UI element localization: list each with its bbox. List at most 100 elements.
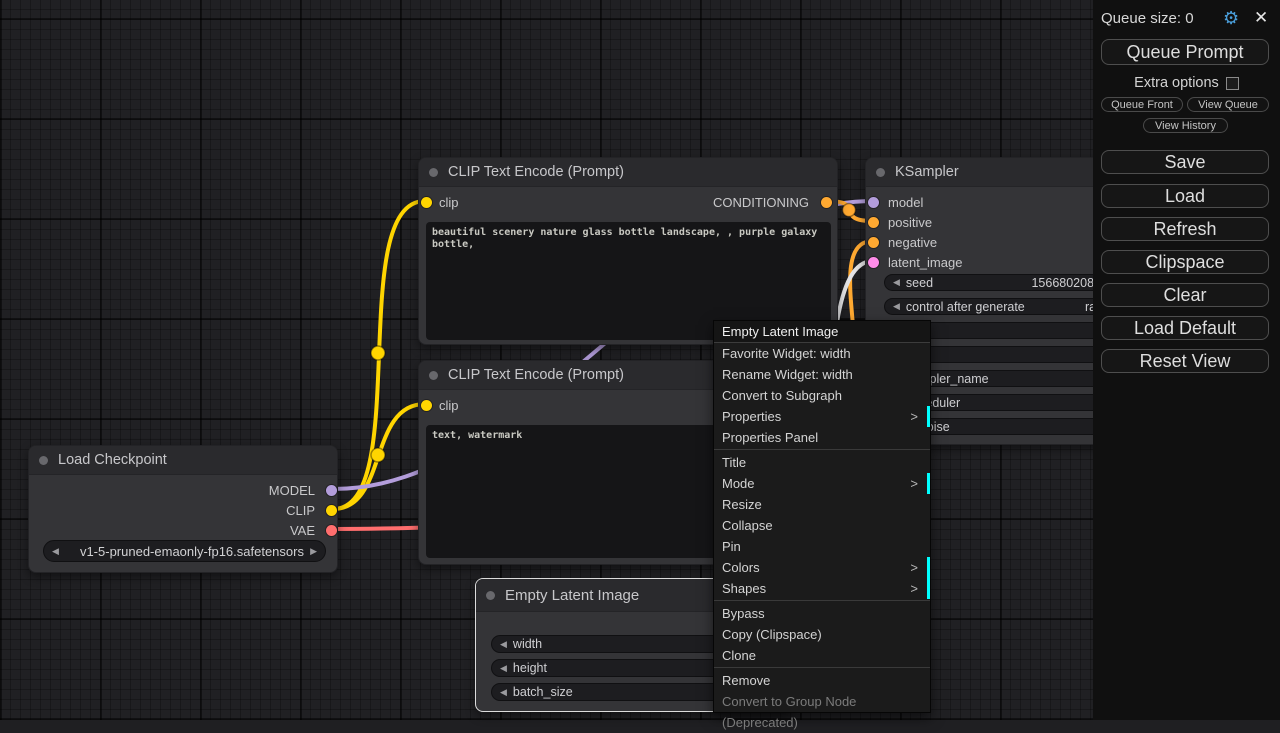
menu-item-properties[interactable]: Properties> xyxy=(714,406,930,427)
menu-item-label: Bypass xyxy=(722,606,765,621)
menu-item-favorite-widget[interactable]: Favorite Widget: width xyxy=(714,343,930,364)
menu-item-label: Convert to Subgraph xyxy=(722,388,842,403)
menu-item-mode[interactable]: Mode> xyxy=(714,473,930,494)
node-clip-text-encode-positive[interactable]: CLIP Text Encode (Prompt) clip CONDITION… xyxy=(418,157,838,345)
queue-prompt-button[interactable]: Queue Prompt xyxy=(1101,39,1269,65)
menu-item-convert-to-subgraph[interactable]: Convert to Subgraph xyxy=(714,385,930,406)
submenu-accent-bar xyxy=(927,406,930,427)
menu-item-label: Colors xyxy=(722,560,760,575)
extra-options-row: Extra options xyxy=(1093,75,1280,91)
node-header[interactable]: Load Checkpoint xyxy=(29,446,337,475)
node-header[interactable]: KSampler xyxy=(866,158,1125,187)
input-slot-clip-icon[interactable] xyxy=(421,197,432,208)
menu-item-label: Resize xyxy=(722,497,762,512)
context-menu: Empty Latent Image Favorite Widget: widt… xyxy=(713,320,931,713)
output-slot-model-icon[interactable] xyxy=(326,485,337,496)
output-slot-label: CLIP xyxy=(286,503,315,518)
collapse-dot-icon[interactable] xyxy=(486,591,495,600)
refresh-button[interactable]: Refresh xyxy=(1101,217,1269,241)
node-title: CLIP Text Encode (Prompt) xyxy=(448,367,624,383)
node-load-checkpoint[interactable]: Load Checkpoint MODEL CLIP VAE ◀ v1-5-pr… xyxy=(28,445,338,573)
decrement-arrow-icon[interactable]: ◀ xyxy=(893,301,900,312)
submenu-arrow-icon: > xyxy=(910,578,918,599)
close-icon[interactable]: ✕ xyxy=(1254,8,1268,28)
menu-item-label: Collapse xyxy=(722,518,773,533)
output-slot-vae-icon[interactable] xyxy=(326,525,337,536)
output-slot-label: CONDITIONING xyxy=(713,195,809,210)
load-default-button[interactable]: Load Default xyxy=(1101,316,1269,340)
clipspace-button[interactable]: Clipspace xyxy=(1101,250,1269,274)
input-slot-positive-icon[interactable] xyxy=(868,217,879,228)
input-slot-model-icon[interactable] xyxy=(868,197,879,208)
link-midpoint-dot-icon[interactable] xyxy=(371,346,385,360)
queue-front-button[interactable]: Queue Front xyxy=(1101,97,1183,112)
menu-separator xyxy=(714,667,930,668)
link-midpoint-dot-icon[interactable] xyxy=(371,448,385,462)
menu-item-convert-to-group-node: Convert to Group Node (Deprecated) xyxy=(714,691,930,712)
context-menu-title: Empty Latent Image xyxy=(714,321,930,343)
menu-item-label: Remove xyxy=(722,673,770,688)
input-slot-clip-icon[interactable] xyxy=(421,400,432,411)
menu-separator xyxy=(714,449,930,450)
menu-item-label: Copy (Clipspace) xyxy=(722,627,822,642)
clear-button[interactable]: Clear xyxy=(1101,283,1269,307)
widget-control-after-generate[interactable]: ◀ control after generate rando xyxy=(884,298,1114,315)
decrement-arrow-icon[interactable]: ◀ xyxy=(893,277,900,288)
collapse-dot-icon[interactable] xyxy=(39,456,48,465)
view-history-button[interactable]: View History xyxy=(1143,118,1228,133)
reset-view-button[interactable]: Reset View xyxy=(1101,349,1269,373)
collapse-dot-icon[interactable] xyxy=(429,168,438,177)
collapse-dot-icon[interactable] xyxy=(429,371,438,380)
widget-value: 1566802087 xyxy=(1031,276,1101,290)
widget-ckpt-name[interactable]: ◀ v1-5-pruned-emaonly-fp16.safetensors ▶ xyxy=(43,540,326,562)
menu-item-label: Favorite Widget: width xyxy=(722,346,851,361)
menu-item-remove[interactable]: Remove xyxy=(714,670,930,691)
menu-item-title[interactable]: Title xyxy=(714,452,930,473)
menu-item-copy-clipspace[interactable]: Copy (Clipspace) xyxy=(714,624,930,645)
menu-item-bypass[interactable]: Bypass xyxy=(714,603,930,624)
collapse-dot-icon[interactable] xyxy=(876,168,885,177)
menu-item-pin[interactable]: Pin xyxy=(714,536,930,557)
decrement-arrow-icon[interactable]: ◀ xyxy=(500,639,507,650)
prev-option-arrow-icon[interactable]: ◀ xyxy=(52,546,59,557)
node-header[interactable]: CLIP Text Encode (Prompt) xyxy=(419,158,837,187)
menu-item-properties-panel[interactable]: Properties Panel xyxy=(714,427,930,448)
input-slot-label: negative xyxy=(888,235,937,250)
node-title: CLIP Text Encode (Prompt) xyxy=(448,164,624,180)
input-slot-negative-icon[interactable] xyxy=(868,237,879,248)
view-queue-button[interactable]: View Queue xyxy=(1187,97,1269,112)
sidebar-panel: Queue size: 0 ⚙ ✕ Queue Prompt Extra opt… xyxy=(1093,0,1280,720)
menu-item-colors[interactable]: Colors> xyxy=(714,557,930,578)
load-button[interactable]: Load xyxy=(1101,184,1269,208)
settings-gear-icon[interactable]: ⚙ xyxy=(1223,8,1239,29)
submenu-arrow-icon: > xyxy=(910,406,918,427)
decrement-arrow-icon[interactable]: ◀ xyxy=(500,687,507,698)
widget-label: batch_size xyxy=(513,685,573,699)
decrement-arrow-icon[interactable]: ◀ xyxy=(500,663,507,674)
menu-item-collapse[interactable]: Collapse xyxy=(714,515,930,536)
submenu-arrow-icon: > xyxy=(910,473,918,494)
output-slot-label: MODEL xyxy=(269,483,315,498)
input-slot-label: model xyxy=(888,195,923,210)
widget-label: height xyxy=(513,661,547,675)
link-midpoint-dot-icon[interactable] xyxy=(843,204,856,217)
menu-item-label: Convert to Group Node (Deprecated) xyxy=(722,694,856,730)
menu-item-resize[interactable]: Resize xyxy=(714,494,930,515)
menu-item-label: Clone xyxy=(722,648,756,663)
save-button[interactable]: Save xyxy=(1101,150,1269,174)
menu-item-rename-widget[interactable]: Rename Widget: width xyxy=(714,364,930,385)
widget-label: width xyxy=(513,637,542,651)
widget-seed[interactable]: ◀ seed 1566802087 xyxy=(884,274,1114,291)
output-slot-conditioning-icon[interactable] xyxy=(821,197,832,208)
queue-size-label: Queue size: 0 xyxy=(1101,10,1194,27)
extra-options-checkbox[interactable] xyxy=(1226,77,1239,90)
menu-item-clone[interactable]: Clone xyxy=(714,645,930,666)
widget-label: seed xyxy=(906,276,933,290)
menu-item-shapes[interactable]: Shapes> xyxy=(714,578,930,599)
input-slot-latent-image-icon[interactable] xyxy=(868,257,879,268)
menu-item-label: Pin xyxy=(722,539,741,554)
next-option-arrow-icon[interactable]: ▶ xyxy=(310,546,317,557)
submenu-accent-bar xyxy=(927,473,930,494)
input-slot-label: clip xyxy=(439,195,459,210)
output-slot-clip-icon[interactable] xyxy=(326,505,337,516)
